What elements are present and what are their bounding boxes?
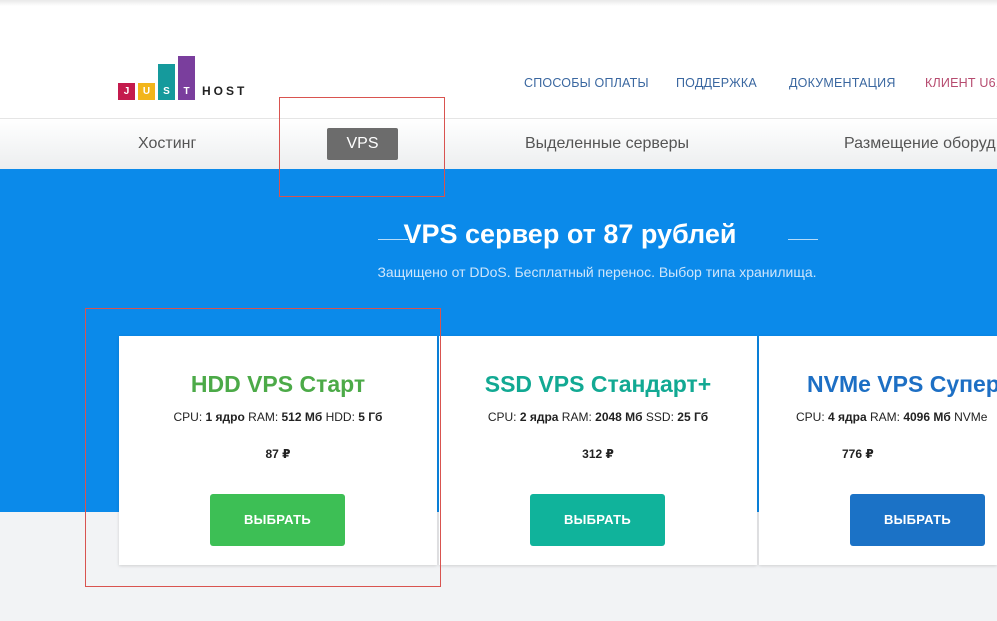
select-plan-button[interactable]: ВЫБРАТЬ bbox=[850, 494, 985, 546]
plan-specs: CPU: 2 ядра RAM: 2048 Мб SSD: 25 Гб bbox=[487, 410, 709, 424]
nav-support[interactable]: ПОДДЕРЖКА bbox=[676, 76, 757, 90]
category-dedicated-servers[interactable]: Выделенные серверы bbox=[525, 135, 689, 153]
page: J U S T HOST СПОСОБЫ ОПЛАТЫ ПОДДЕРЖКА ДО… bbox=[0, 0, 997, 621]
highlight-box-vps-tab bbox=[279, 97, 445, 197]
plan-specs: CPU: 4 ядра RAM: 4096 Мб NVMe bbox=[796, 410, 988, 424]
plan-title: SSD VPS Стандарт+ bbox=[484, 371, 712, 397]
plan-price: 312 ₽ bbox=[582, 447, 614, 461]
header: J U S T HOST СПОСОБЫ ОПЛАТЫ ПОДДЕРЖКА ДО… bbox=[0, 0, 997, 118]
select-plan-button[interactable]: ВЫБРАТЬ bbox=[530, 494, 665, 546]
hero-title: VPS сервер от 87 рублей bbox=[403, 219, 737, 249]
hero-subtitle: Защищено от DDoS. Бесплатный перенос. Вы… bbox=[377, 264, 817, 280]
hero-title-line-right bbox=[788, 239, 818, 240]
category-bar: Хостинг VPS Выделенные серверы Размещени… bbox=[0, 118, 997, 169]
plan-card-nvme: NVMe VPS Супер CPU: 4 ядра RAM: 4096 Мб … bbox=[759, 336, 997, 565]
plan-card-ssd: SSD VPS Стандарт+ CPU: 2 ядра RAM: 2048 … bbox=[439, 336, 757, 565]
nav-client[interactable]: КЛИЕНТ U61 bbox=[925, 76, 997, 90]
plan-title: NVMe VPS Супер bbox=[807, 371, 997, 397]
category-colocation[interactable]: Размещение оборуд bbox=[844, 135, 996, 153]
nav-documentation[interactable]: ДОКУМЕНТАЦИЯ bbox=[789, 76, 896, 90]
top-nav: СПОСОБЫ ОПЛАТЫ ПОДДЕРЖКА ДОКУМЕНТАЦИЯ КЛ… bbox=[0, 76, 997, 92]
category-hosting[interactable]: Хостинг bbox=[138, 135, 196, 153]
plan-price: 776 ₽ bbox=[842, 447, 874, 461]
highlight-box-hdd-card bbox=[85, 308, 441, 587]
nav-payment-methods[interactable]: СПОСОБЫ ОПЛАТЫ bbox=[524, 76, 649, 90]
